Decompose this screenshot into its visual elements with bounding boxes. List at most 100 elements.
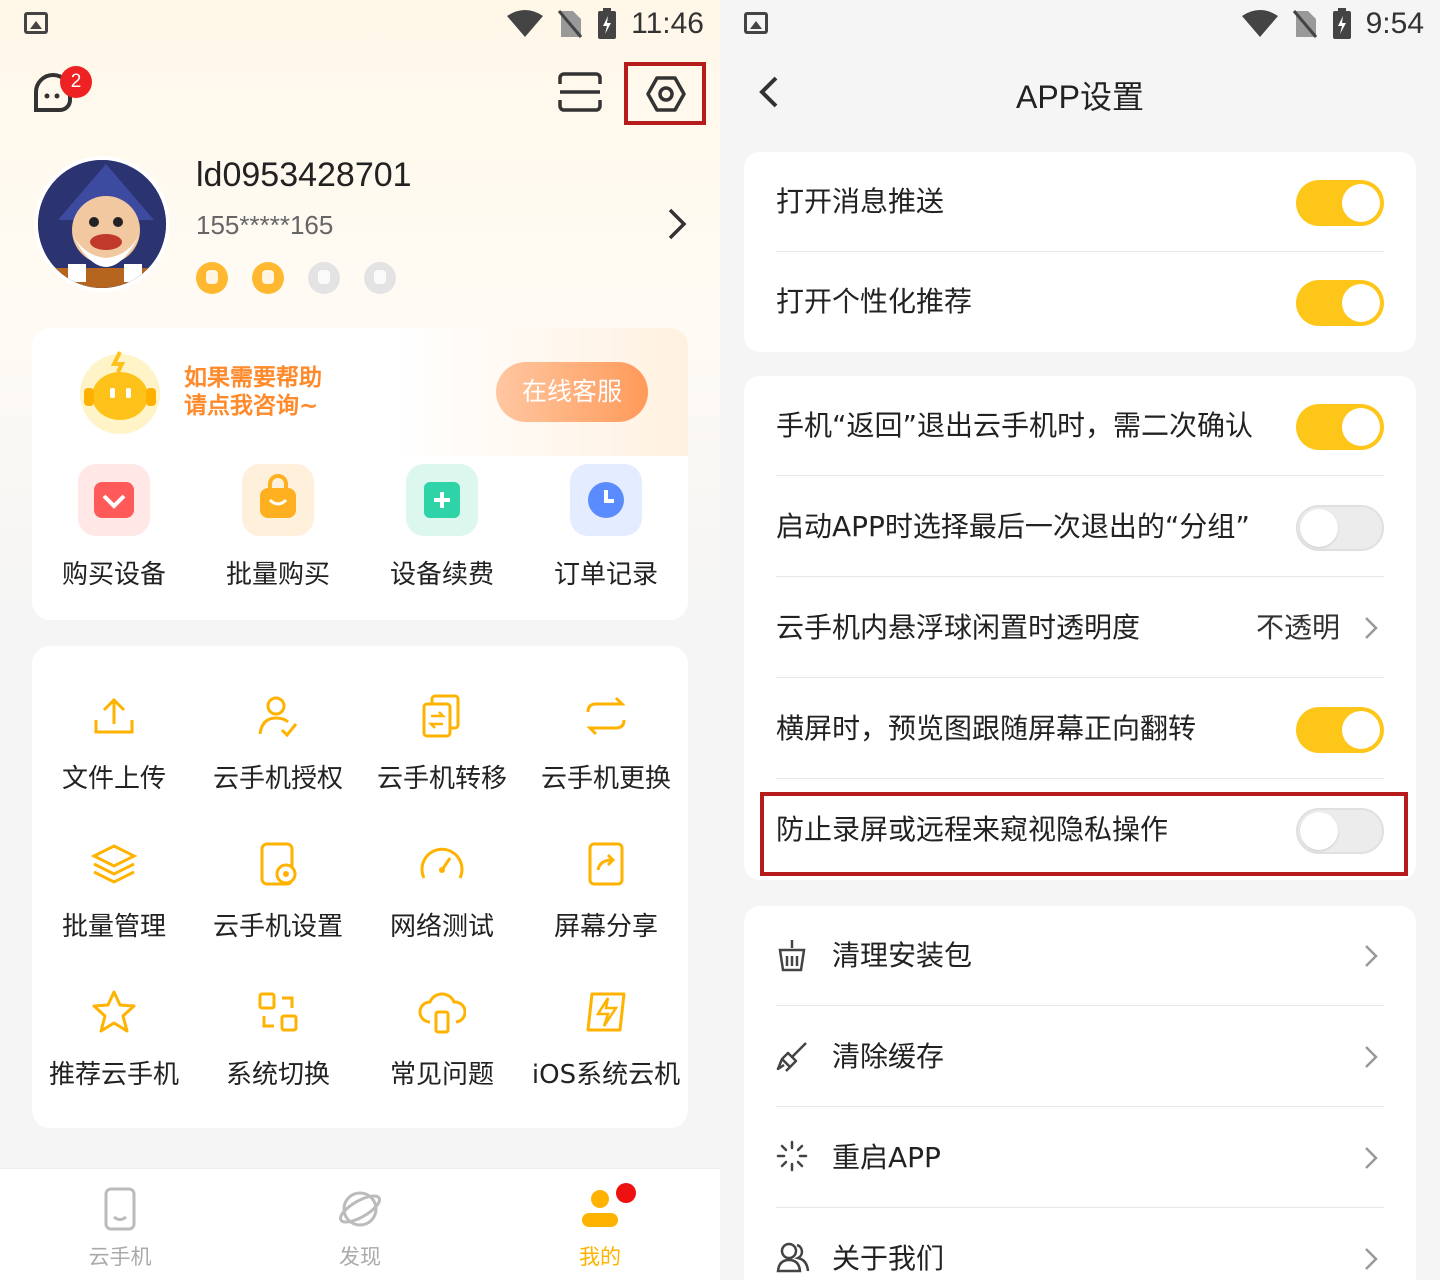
- speedometer-icon: [420, 847, 464, 879]
- chevron-right-icon: [1364, 616, 1378, 644]
- setting-row-push: 打开消息推送: [776, 152, 1384, 252]
- bottom-tab-bar: 云手机 发现 我的: [0, 1168, 720, 1280]
- shop-item-buy-device[interactable]: 购买设备: [32, 464, 196, 591]
- opacity-value: 不透明: [1255, 611, 1340, 644]
- help-text: 如果需要帮助 请点我咨询~: [184, 364, 322, 420]
- setting-row-clear-cache[interactable]: 清除缓存: [776, 1007, 1384, 1107]
- shop-item-label: 购买设备: [61, 560, 166, 590]
- status-time: 11:46: [631, 7, 704, 40]
- setting-label: 关于我们: [832, 1242, 945, 1275]
- tool-ios-cloud[interactable]: iOS系统云机: [524, 988, 688, 1091]
- tool-label: iOS系统云机: [531, 1060, 681, 1090]
- shop-item-renew[interactable]: 设备续费: [360, 464, 524, 591]
- tool-label: 系统切换: [225, 1060, 330, 1090]
- clock-icon: [570, 464, 642, 536]
- tool-bulk-manage[interactable]: 批量管理: [32, 840, 196, 943]
- plus-icon: [406, 464, 478, 536]
- notification-dot: [616, 1183, 636, 1203]
- tool-label: 屏幕分享: [553, 912, 658, 942]
- verified-user-icon: [196, 262, 228, 294]
- shopping-bag-icon: [242, 464, 314, 536]
- shop-item-orders[interactable]: 订单记录: [524, 464, 688, 591]
- message-badge: 2: [60, 66, 92, 98]
- settings-group-notifications: 打开消息推送 打开个性化推荐: [744, 152, 1416, 352]
- star-icon: [92, 990, 136, 1033]
- setting-label: 清理安装包: [832, 939, 973, 972]
- chevron-right-icon: [1364, 1045, 1378, 1073]
- setting-label: 启动APP时选择最后一次退出的“分组”: [776, 510, 1250, 543]
- setting-row-back-confirm: 手机“返回”退出云手机时，需二次确认: [776, 376, 1384, 476]
- username: ld0953428701: [196, 156, 412, 194]
- tool-faq[interactable]: 常见问题: [360, 988, 524, 1091]
- diamond-icon: [78, 464, 150, 536]
- phone-icon: [104, 1187, 136, 1231]
- chevron-right-icon[interactable]: [666, 206, 690, 246]
- battery-icon: [1332, 8, 1352, 40]
- landscape-flip-toggle[interactable]: [1296, 707, 1384, 753]
- help-line-2: 请点我咨询~: [184, 393, 319, 419]
- tab-cloud-phone[interactable]: 云手机: [60, 1187, 180, 1271]
- online-service-button[interactable]: 在线客服: [496, 362, 648, 422]
- status-bar: 9:54: [720, 0, 1440, 50]
- setting-row-last-group: 启动APP时选择最后一次退出的“分组”: [776, 477, 1384, 577]
- profile-icon: [582, 1190, 618, 1227]
- setting-label: 横屏时，预览图跟随屏幕正向翻转: [776, 712, 1197, 745]
- tool-transfer[interactable]: 云手机转移: [360, 692, 524, 795]
- tool-authorize[interactable]: 云手机授权: [196, 692, 360, 795]
- tool-label: 云手机更换: [540, 764, 671, 794]
- back-confirm-toggle[interactable]: [1296, 404, 1384, 450]
- battery-icon: [597, 8, 617, 40]
- planet-icon: [339, 1191, 381, 1227]
- tool-phone-settings[interactable]: 云手机设置: [196, 840, 360, 943]
- tool-label: 常见问题: [389, 1060, 494, 1090]
- users-icon: [776, 1241, 810, 1277]
- settings-group-misc: 清理安装包 清除缓存 重启APP 关于我们: [744, 906, 1416, 1280]
- personalized-toggle[interactable]: [1296, 280, 1384, 326]
- swap-icon: [586, 696, 626, 736]
- setting-row-clean-packages[interactable]: 清理安装包: [776, 906, 1384, 1006]
- bolt-icon: [586, 992, 626, 1032]
- tool-label: 云手机设置: [212, 912, 343, 942]
- push-toggle[interactable]: [1296, 180, 1384, 226]
- shop-card: 购买设备 批量购买 设备续费 订单记录: [32, 456, 688, 620]
- upload-icon: [94, 697, 134, 734]
- shop-item-bulk-buy[interactable]: 批量购买: [196, 464, 360, 591]
- qq-icon: [364, 262, 396, 294]
- tool-label: 推荐云手机: [48, 1060, 179, 1090]
- image-notification-icon: [744, 12, 768, 34]
- setting-row-about-us[interactable]: 关于我们: [776, 1209, 1384, 1280]
- tool-recommend[interactable]: 推荐云手机: [32, 988, 196, 1091]
- help-line-1: 如果需要帮助: [184, 365, 322, 391]
- image-notification-icon: [24, 12, 48, 34]
- setting-label: 清除缓存: [832, 1040, 945, 1073]
- tool-screen-share[interactable]: 屏幕分享: [524, 840, 688, 943]
- tab-label: 云手机: [88, 1245, 152, 1269]
- brush-icon: [776, 1039, 810, 1077]
- system-switch-icon: [258, 992, 298, 1032]
- shop-item-label: 设备续费: [389, 560, 494, 590]
- layers-icon: [90, 844, 138, 884]
- help-banner[interactable]: 如果需要帮助 请点我咨询~ 在线客服: [32, 328, 688, 456]
- tab-mine[interactable]: 我的: [540, 1183, 660, 1271]
- wechat-icon: [308, 262, 340, 294]
- tool-replace[interactable]: 云手机更换: [524, 692, 688, 795]
- settings-hexagon-icon: [646, 76, 686, 112]
- page-title: APP设置: [1015, 79, 1145, 115]
- tool-label: 云手机转移: [376, 764, 507, 794]
- phone-settings-icon: [260, 842, 297, 886]
- tool-network-test[interactable]: 网络测试: [360, 840, 524, 943]
- chevron-right-icon: [1364, 1247, 1378, 1275]
- tab-label: 我的: [579, 1245, 621, 1269]
- scan-icon[interactable]: [558, 72, 602, 112]
- shop-item-label: 批量购买: [225, 560, 330, 590]
- tab-discover[interactable]: 发现: [300, 1187, 420, 1271]
- setting-row-opacity[interactable]: 云手机内悬浮球闲置时透明度 不透明: [776, 578, 1384, 678]
- setting-label: 打开个性化推荐: [776, 285, 973, 318]
- tool-label: 批量管理: [61, 912, 166, 942]
- setting-row-restart-app[interactable]: 重启APP: [776, 1108, 1384, 1208]
- tool-file-upload[interactable]: 文件上传: [32, 692, 196, 795]
- settings-button[interactable]: [624, 62, 706, 125]
- tool-system-switch[interactable]: 系统切换: [196, 988, 360, 1091]
- last-group-toggle[interactable]: [1296, 505, 1384, 551]
- avatar[interactable]: [34, 156, 170, 292]
